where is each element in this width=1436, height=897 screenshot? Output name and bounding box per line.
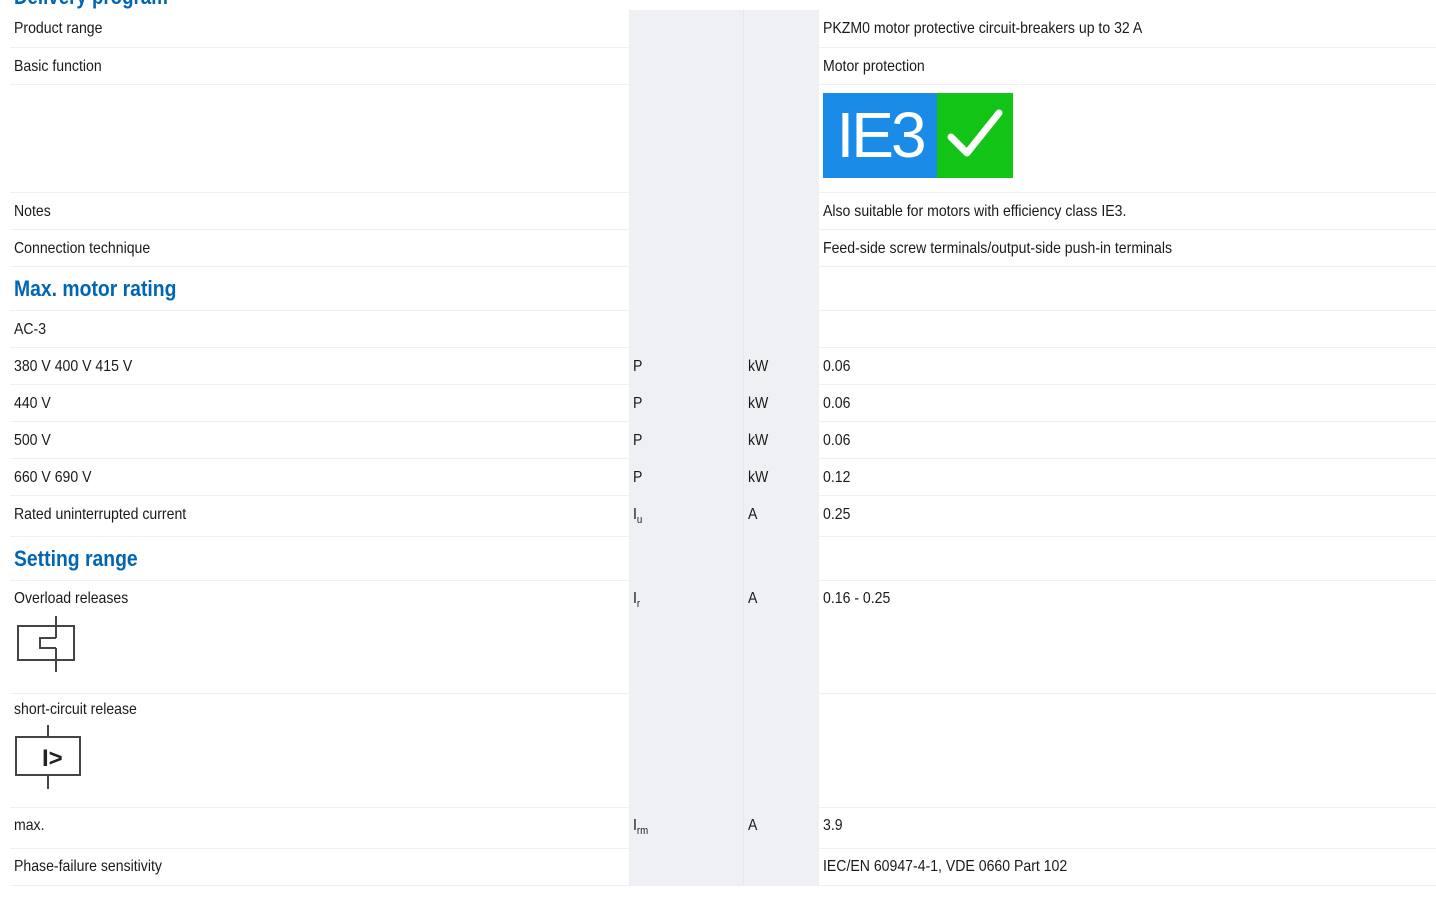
row-unit: kW bbox=[747, 468, 768, 486]
table-row-660v: 660 V 690 V P kW 0.12 bbox=[10, 458, 1436, 496]
ie3-logo: IE3 bbox=[823, 92, 1013, 178]
row-label: Phase-failure sensitivity bbox=[14, 857, 162, 875]
row-label: Notes bbox=[14, 202, 51, 220]
row-symbol: P bbox=[633, 357, 643, 375]
table-row-rated-current: Rated uninterrupted current Iu A 0.25 bbox=[10, 495, 1436, 537]
row-value: Motor protection bbox=[823, 57, 925, 75]
section-title: Setting range bbox=[14, 545, 138, 571]
row-value: 3.9 bbox=[823, 816, 843, 834]
row-label: short-circuit release bbox=[14, 700, 137, 718]
row-label: 660 V 690 V bbox=[14, 468, 92, 486]
row-value: 0.12 bbox=[823, 468, 851, 486]
row-value: 0.16 - 0.25 bbox=[823, 589, 891, 607]
table-row-basic-function: Basic function Motor protection bbox=[10, 47, 1436, 85]
row-symbol: P bbox=[633, 394, 643, 412]
row-label: Product range bbox=[14, 20, 103, 37]
row-label: 500 V bbox=[14, 431, 51, 449]
magnetic-release-icon: I> bbox=[15, 724, 81, 789]
row-value: IEC/EN 60947-4-1, VDE 0660 Part 102 bbox=[823, 857, 1068, 875]
section-header-max-motor-rating: Max. motor rating bbox=[10, 266, 1436, 311]
row-unit: kW bbox=[747, 431, 768, 449]
row-label: 440 V bbox=[14, 394, 51, 412]
row-symbol: Iu bbox=[633, 505, 643, 526]
row-label: Basic function bbox=[14, 57, 102, 75]
row-unit: A bbox=[747, 589, 757, 607]
table-row-notes: Notes Also suitable for motors with effi… bbox=[10, 192, 1436, 230]
row-value: Feed-side screw terminals/output-side pu… bbox=[823, 239, 1173, 257]
row-symbol: Irm bbox=[633, 816, 649, 837]
table-row-ac3: AC-3 bbox=[10, 310, 1436, 348]
section-title: Max. motor rating bbox=[14, 275, 177, 301]
row-symbol: Ir bbox=[633, 589, 641, 610]
row-label: AC-3 bbox=[14, 320, 47, 338]
section-heading-cut: Delivery program bbox=[14, 0, 168, 8]
table-row-connection: Connection technique Feed-side screw ter… bbox=[10, 229, 1436, 267]
section-header-setting-range: Setting range bbox=[10, 536, 1436, 581]
table-row-short-circuit-release: short-circuit release I> bbox=[10, 693, 1436, 808]
thermal-release-icon bbox=[17, 615, 75, 672]
row-unit: kW bbox=[747, 357, 768, 375]
row-value: PKZM0 motor protective circuit-breakers … bbox=[823, 20, 1143, 37]
row-value: 0.06 bbox=[823, 431, 851, 449]
svg-text:I>: I> bbox=[42, 745, 63, 772]
spec-table: Product range PKZM0 motor protective cir… bbox=[10, 10, 1436, 886]
row-unit: kW bbox=[747, 394, 768, 412]
checkmark-icon bbox=[937, 92, 1013, 178]
table-row-overload-releases: Overload releases Ir A 0.16 - 0.25 bbox=[10, 580, 1436, 694]
table-row-max: max. Irm A 3.9 bbox=[10, 807, 1436, 849]
table-row-phase-failure: Phase-failure sensitivity IEC/EN 60947-4… bbox=[10, 848, 1436, 886]
table-row-440v: 440 V P kW 0.06 bbox=[10, 384, 1436, 422]
table-row-380v: 380 V 400 V 415 V P kW 0.06 bbox=[10, 347, 1436, 385]
row-symbol: P bbox=[633, 431, 643, 449]
table-row-500v: 500 V P kW 0.06 bbox=[10, 421, 1436, 459]
row-label: Connection technique bbox=[14, 239, 151, 257]
table-row-product-range: Product range PKZM0 motor protective cir… bbox=[10, 10, 1436, 48]
row-label: Overload releases bbox=[14, 589, 129, 607]
row-symbol: P bbox=[633, 468, 643, 486]
ie3-logo-text: IE3 bbox=[823, 92, 937, 178]
table-row-ie3-logo: IE3 bbox=[10, 84, 1436, 193]
row-value: 0.06 bbox=[823, 357, 851, 375]
row-value: Also suitable for motors with efficiency… bbox=[823, 202, 1127, 220]
row-label: 380 V 400 V 415 V bbox=[14, 357, 133, 375]
row-value: 0.06 bbox=[823, 394, 851, 412]
row-label: max. bbox=[14, 816, 45, 834]
row-unit: A bbox=[747, 505, 757, 523]
row-label: Rated uninterrupted current bbox=[14, 505, 187, 523]
row-value: 0.25 bbox=[823, 505, 851, 523]
row-unit: A bbox=[747, 816, 757, 834]
